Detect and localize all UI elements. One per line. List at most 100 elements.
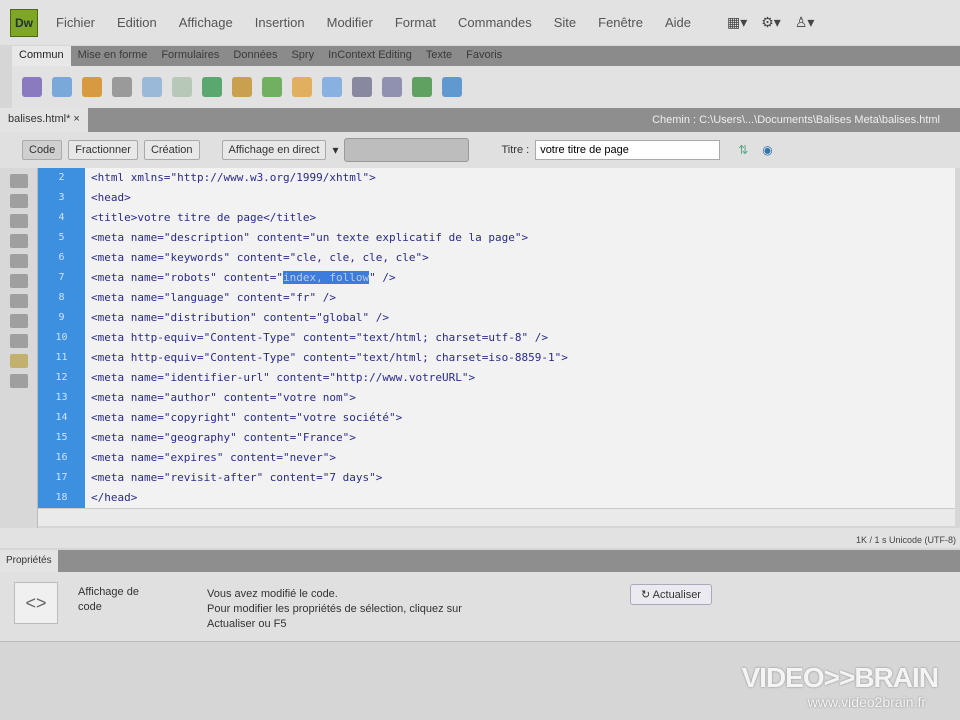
live-view-button[interactable]: Affichage en direct: [221, 140, 327, 160]
line-number: 16: [55, 452, 68, 463]
watermark-url: www.video2brain.fr: [807, 694, 926, 710]
menu-modifier[interactable]: Modifier: [327, 15, 373, 30]
code-line[interactable]: <meta name="robots" content="index, foll…: [91, 271, 955, 292]
date-icon[interactable]: [262, 77, 282, 97]
close-icon[interactable]: ×: [73, 113, 79, 125]
code-view-button[interactable]: Code: [22, 140, 63, 160]
line-number: 13: [55, 392, 68, 403]
code-text: " />: [369, 271, 396, 284]
code-line[interactable]: <meta name="author" content="votre nom">: [91, 392, 955, 412]
hr-icon[interactable]: [112, 77, 132, 97]
live-code-button[interactable]: [344, 138, 470, 162]
coding-toolbar: [0, 168, 38, 528]
user-icon[interactable]: ♙▾: [795, 14, 815, 31]
title-input[interactable]: [535, 140, 721, 160]
code-editor[interactable]: <html xmlns="http://www.w3.org/1999/xhtm…: [85, 168, 955, 508]
hyperlink-icon[interactable]: [22, 77, 42, 97]
code-line[interactable]: <meta name="revisit-after" content="7 da…: [91, 472, 955, 492]
file-management-icon[interactable]: ⇅: [738, 143, 748, 157]
balance-braces-icon[interactable]: [10, 294, 28, 308]
code-line[interactable]: <meta name="keywords" content="cle, cle,…: [91, 252, 955, 272]
comment-icon[interactable]: [322, 77, 342, 97]
tab-commun[interactable]: Commun: [12, 46, 71, 66]
code-text: <meta name="distribution" content="globa…: [91, 311, 390, 324]
code-line[interactable]: <meta name="identifier-url" content="htt…: [91, 372, 955, 392]
chevron-down-icon[interactable]: ▾: [332, 143, 338, 157]
code-text: </head>: [91, 491, 138, 504]
code-line[interactable]: <meta name="language" content="fr" />: [91, 292, 955, 312]
table-icon[interactable]: [142, 77, 162, 97]
media-icon[interactable]: [232, 77, 252, 97]
code-line[interactable]: <title>votre titre de page</title>: [91, 212, 955, 232]
tab-donnees[interactable]: Données: [226, 46, 284, 66]
code-line[interactable]: <meta name="expires" content="never">: [91, 452, 955, 472]
code-line[interactable]: <html xmlns="http://www.w3.org/1999/xhtm…: [91, 172, 955, 192]
script-icon[interactable]: [382, 77, 402, 97]
open-documents-icon[interactable]: [10, 174, 28, 188]
server-include-icon[interactable]: [292, 77, 312, 97]
tab-incontext[interactable]: InContext Editing: [321, 46, 419, 66]
code-line[interactable]: <meta http-equiv="Content-Type" content=…: [91, 352, 955, 372]
code-line[interactable]: <meta name="geography" content="France">: [91, 432, 955, 452]
head-icon[interactable]: [352, 77, 372, 97]
menu-fenetre[interactable]: Fenêtre: [598, 15, 643, 30]
line-numbers-icon[interactable]: [10, 314, 28, 328]
tab-texte[interactable]: Texte: [419, 46, 459, 66]
menu-insertion[interactable]: Insertion: [255, 15, 305, 30]
collapse-tag-icon[interactable]: [10, 214, 28, 228]
document-tabs: balises.html* × Chemin : C:\Users\...\Do…: [0, 108, 960, 132]
collapse-selection-icon[interactable]: [10, 234, 28, 248]
code-text: <meta name="identifier-url" content="htt…: [91, 371, 476, 384]
menu-edition[interactable]: Edition: [117, 15, 157, 30]
menu-site[interactable]: Site: [554, 15, 576, 30]
code-line[interactable]: <meta name="copyright" content="votre so…: [91, 412, 955, 432]
code-line[interactable]: <head>: [91, 192, 955, 212]
format-source-icon[interactable]: [10, 374, 28, 388]
code-text: <meta name="keywords" content="cle, cle,…: [91, 251, 429, 264]
div-icon[interactable]: [172, 77, 192, 97]
select-parent-tag-icon[interactable]: [10, 274, 28, 288]
watermark-brand: VIDEO>>BRAIN: [741, 662, 939, 693]
anchor-icon[interactable]: [82, 77, 102, 97]
email-link-icon[interactable]: [52, 77, 72, 97]
menu-format[interactable]: Format: [395, 15, 436, 30]
gear-icon[interactable]: ⚙▾: [761, 14, 781, 31]
properties-tab[interactable]: Propriétés: [0, 550, 58, 572]
design-view-button[interactable]: Création: [143, 140, 200, 160]
expand-all-icon[interactable]: [10, 254, 28, 268]
tab-spry[interactable]: Spry: [284, 46, 321, 66]
menu-commandes[interactable]: Commandes: [458, 15, 532, 30]
layout-icon[interactable]: ▦▾: [727, 14, 747, 31]
code-line[interactable]: <meta name="description" content="un tex…: [91, 232, 955, 252]
refresh-button[interactable]: ↻ Actualiser: [630, 584, 712, 605]
horizontal-scrollbar[interactable]: [38, 508, 955, 526]
line-number: 2: [58, 172, 65, 183]
menu-aide[interactable]: Aide: [665, 15, 691, 30]
line-number: 15: [55, 432, 68, 443]
line-number: 11: [55, 352, 68, 363]
tab-favoris[interactable]: Favoris: [459, 46, 509, 66]
menu-affichage[interactable]: Affichage: [179, 15, 233, 30]
refresh-label: Actualiser: [652, 589, 701, 601]
line-number: 3: [58, 192, 65, 203]
split-view-button[interactable]: Fractionner: [68, 140, 138, 160]
document-tab[interactable]: balises.html* ×: [0, 108, 88, 132]
code-line[interactable]: <meta name="distribution" content="globa…: [91, 312, 955, 332]
message-line: Pour modifier les propriétés de sélectio…: [207, 603, 462, 615]
tag-chooser-icon[interactable]: [442, 77, 462, 97]
templates-icon[interactable]: [412, 77, 432, 97]
properties-message: Vous avez modifié le code. Pour modifier…: [207, 587, 462, 632]
image-icon[interactable]: [202, 77, 222, 97]
highlight-invalid-icon[interactable]: [10, 334, 28, 348]
tab-mise-en-forme[interactable]: Mise en forme: [71, 46, 155, 66]
wrap-tag-icon[interactable]: [10, 354, 28, 368]
selected-text[interactable]: index, follow: [283, 271, 370, 284]
code-text: <meta name="author" content="votre nom">: [91, 391, 356, 404]
line-number: 17: [55, 472, 68, 483]
line-number: 9: [58, 312, 65, 323]
code-line[interactable]: <meta http-equiv="Content-Type" content=…: [91, 332, 955, 352]
browser-preview-icon[interactable]: ◉: [762, 143, 772, 157]
show-code-navigator-icon[interactable]: [10, 194, 28, 208]
tab-formulaires[interactable]: Formulaires: [154, 46, 226, 66]
menu-fichier[interactable]: Fichier: [56, 15, 95, 30]
